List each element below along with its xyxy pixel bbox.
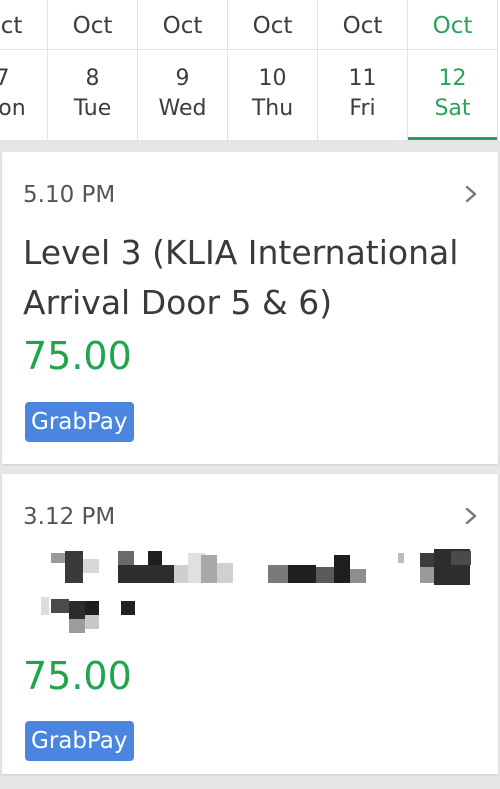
- ride-card[interactable]: 5.10 PM Level 3 (KLIA International Arri…: [2, 152, 498, 464]
- date-day-number: 7: [0, 66, 10, 91]
- date-weekday: Wed: [158, 96, 207, 121]
- date-day-number: 10: [258, 66, 287, 91]
- ride-location: Level 3 (KLIA International Arrival Door…: [23, 233, 459, 322]
- date-day-number: 8: [85, 66, 100, 91]
- chevron-right-icon: [465, 185, 477, 203]
- date-month: Oct: [318, 0, 407, 50]
- date-weekday: Sat: [434, 96, 471, 121]
- date-month: Oct: [228, 0, 317, 50]
- date-oct-11[interactable]: Oct 11 Fri: [318, 0, 408, 140]
- date-oct-9[interactable]: Oct 9 Wed: [138, 0, 228, 140]
- date-month: Oct: [138, 0, 227, 50]
- date-strip: Oct 7 Mon Oct 8 Tue Oct 9 Wed Oct 10 Thu…: [0, 0, 500, 140]
- ride-card[interactable]: 3.12 PM 75.00 GrabPay: [2, 474, 498, 774]
- date-month: Oct: [408, 0, 497, 50]
- ride-price: 75.00: [23, 654, 132, 698]
- date-day-number: 11: [348, 66, 377, 91]
- date-weekday: Fri: [349, 96, 376, 121]
- date-weekday: Mon: [0, 96, 26, 121]
- ride-price: 75.00: [23, 334, 132, 378]
- date-oct-8[interactable]: Oct 8 Tue: [48, 0, 138, 140]
- date-row: Oct 7 Mon Oct 8 Tue Oct 9 Wed Oct 10 Thu…: [0, 0, 498, 140]
- date-day-number: 9: [175, 66, 190, 91]
- ride-time: 5.10 PM: [23, 182, 116, 208]
- chevron-right-icon: [465, 507, 477, 525]
- date-weekday: Thu: [251, 96, 294, 121]
- date-day-number: 12: [438, 66, 467, 91]
- ride-time: 3.12 PM: [23, 504, 116, 530]
- date-weekday: Tue: [73, 96, 112, 121]
- date-oct-12-selected[interactable]: Oct 12 Sat: [408, 0, 498, 140]
- payment-method-badge: GrabPay: [25, 721, 134, 761]
- payment-method-badge: GrabPay: [25, 402, 134, 442]
- date-month: Oct: [0, 0, 47, 50]
- date-oct-7[interactable]: Oct 7 Mon: [0, 0, 48, 140]
- date-month: Oct: [48, 0, 137, 50]
- redacted-location: [41, 549, 471, 633]
- date-oct-10[interactable]: Oct 10 Thu: [228, 0, 318, 140]
